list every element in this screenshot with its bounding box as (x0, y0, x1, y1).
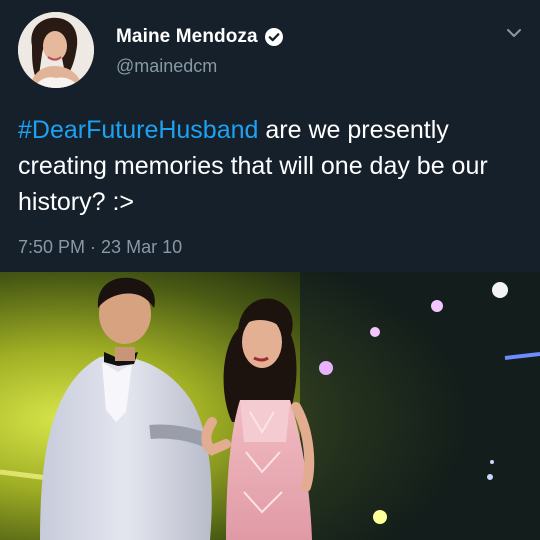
hashtag-link[interactable]: #DearFutureHusband (18, 116, 258, 144)
tweet-time: 7:50 PM (18, 237, 86, 257)
author-name-row: Maine Mendoza (116, 26, 284, 48)
tweet-media-photo[interactable] (0, 272, 540, 540)
timestamp-separator: · (85, 237, 102, 257)
tweet-card: Maine Mendoza @mainedcm #DearFutureHusba… (0, 0, 540, 540)
user-handle[interactable]: @mainedcm (116, 56, 217, 77)
avatar[interactable] (18, 12, 94, 88)
display-name[interactable]: Maine Mendoza (116, 26, 258, 48)
verified-badge-icon (264, 27, 284, 47)
tweet-timestamp[interactable]: 7:50 PM · 23 Mar 10 (18, 237, 182, 258)
chevron-down-icon[interactable] (506, 26, 522, 38)
tweet-text: #DearFutureHusband are we presently crea… (18, 112, 528, 220)
avatar-photo (18, 12, 94, 88)
tweet-date: 23 Mar 10 (101, 237, 183, 257)
